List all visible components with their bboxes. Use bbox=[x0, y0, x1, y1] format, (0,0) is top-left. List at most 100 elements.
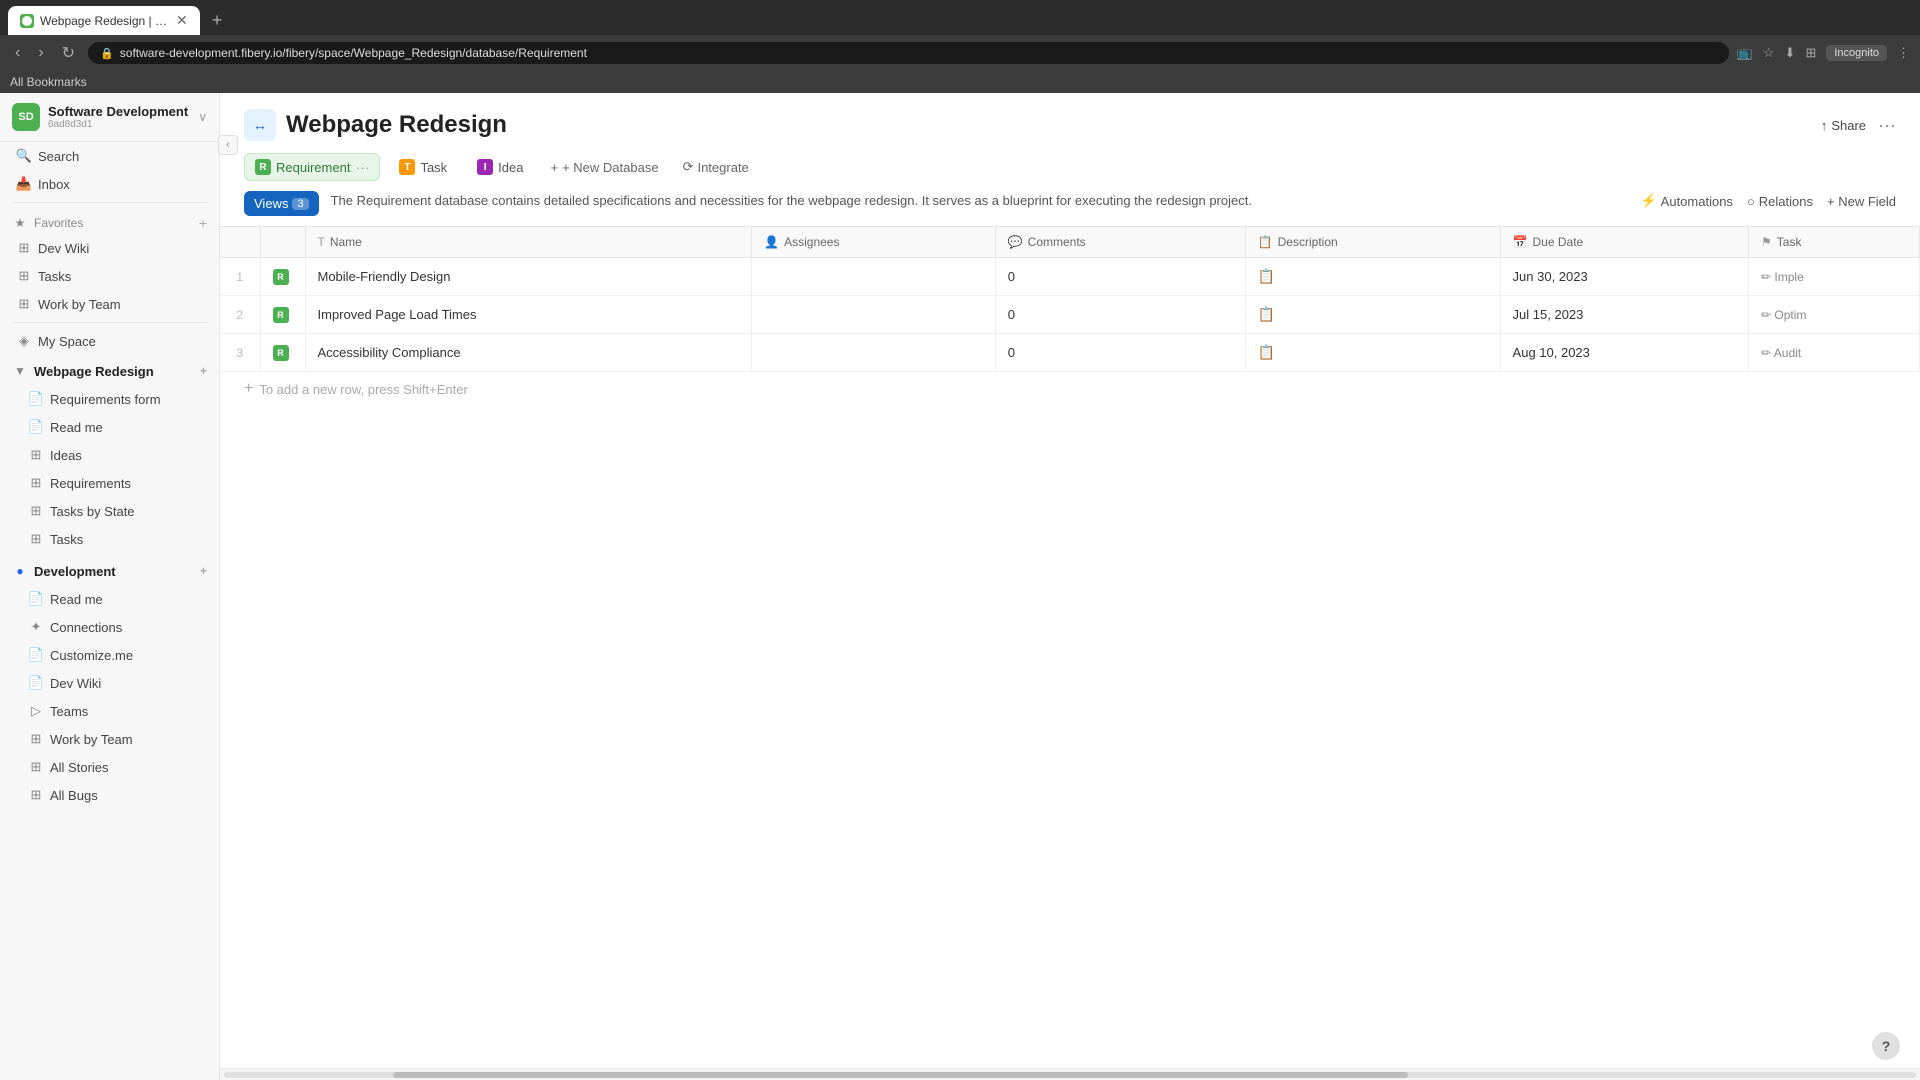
doc-icon-4: 📄 bbox=[28, 647, 44, 663]
tab-idea[interactable]: I Idea bbox=[466, 153, 534, 181]
back-button[interactable]: ‹ bbox=[10, 42, 25, 64]
req-icon-3: R bbox=[273, 345, 289, 361]
sidebar-item-customize-me[interactable]: 📄 Customize.me bbox=[4, 642, 215, 668]
sidebar-item-read-me-wr[interactable]: 📄 Read me bbox=[4, 414, 215, 440]
horizontal-scrollbar[interactable] bbox=[220, 1068, 1920, 1080]
bookmarks-label: All Bookmarks bbox=[10, 75, 87, 89]
assignees-col-icon: 👤 bbox=[764, 235, 779, 249]
main-header: ↔ Webpage Redesign ↑ Share ··· bbox=[220, 93, 1920, 141]
grid-icon-2: ⊞ bbox=[16, 268, 32, 284]
inbox-label: Inbox bbox=[38, 177, 203, 192]
doc-icon-1: 📄 bbox=[28, 391, 44, 407]
share-button[interactable]: ↑ Share bbox=[1821, 118, 1866, 133]
sidebar-item-all-stories[interactable]: ⊞ All Stories bbox=[4, 754, 215, 780]
grid-icon-8: ⊞ bbox=[28, 731, 44, 747]
relations-button[interactable]: ○ Relations bbox=[1747, 194, 1813, 209]
sidebar-item-dev-wiki-dev[interactable]: 📄 Dev Wiki bbox=[4, 670, 215, 696]
req-tab-more[interactable]: ··· bbox=[355, 159, 369, 175]
grid-icon-10: ⊞ bbox=[28, 787, 44, 803]
sidebar-item-read-me-dev[interactable]: 📄 Read me bbox=[4, 586, 215, 612]
sidebar-item-requirements[interactable]: ⊞ Requirements bbox=[4, 470, 215, 496]
browser-nav: ‹ › ↻ 🔒 software-development.fibery.io/f… bbox=[0, 35, 1920, 71]
group-add-icon[interactable]: + bbox=[200, 364, 207, 378]
download-icon[interactable]: ⬇ bbox=[1785, 45, 1796, 61]
help-button[interactable]: ? bbox=[1872, 1032, 1900, 1060]
my-space-label: My Space bbox=[38, 334, 203, 349]
db-tabs: R Requirement ··· T Task I Idea + + New … bbox=[220, 141, 1920, 181]
bookmark-icon[interactable]: ☆ bbox=[1763, 45, 1775, 61]
row-date-3: Aug 10, 2023 bbox=[1500, 334, 1748, 372]
sidebar-item-tasks-by-state[interactable]: ⊞ Tasks by State bbox=[4, 498, 215, 524]
layout-icon[interactable]: ⊞ bbox=[1805, 45, 1816, 61]
new-field-button[interactable]: + New Field bbox=[1827, 194, 1896, 209]
tab-task[interactable]: T Task bbox=[388, 153, 458, 181]
sidebar-item-teams[interactable]: ▷ Teams bbox=[4, 698, 215, 724]
new-database-button[interactable]: + + New Database bbox=[542, 155, 666, 180]
star-icon: ★ bbox=[12, 215, 28, 231]
forward-button[interactable]: › bbox=[33, 42, 48, 64]
sidebar-item-requirements-form[interactable]: 📄 Requirements form bbox=[4, 386, 215, 412]
development-group[interactable]: ● Development + bbox=[0, 559, 219, 583]
page-more-button[interactable]: ··· bbox=[1878, 115, 1896, 136]
dev-group-add-icon[interactable]: + bbox=[200, 564, 207, 578]
tab-requirement[interactable]: R Requirement ··· bbox=[244, 153, 380, 181]
sidebar-item-dev-wiki[interactable]: ⊞ Dev Wiki bbox=[4, 235, 215, 261]
workspace-info: Software Development 6ad8d3d1 bbox=[48, 104, 190, 130]
col-type-icon bbox=[260, 227, 305, 258]
integrate-button[interactable]: ⟳ Integrate bbox=[675, 154, 757, 180]
task-col-icon: ⚑ bbox=[1761, 235, 1772, 249]
sidebar-divider-2 bbox=[12, 322, 207, 323]
sidebar-item-connections[interactable]: ✦ Connections bbox=[4, 614, 215, 640]
sidebar-item-work-by-team-fav[interactable]: ⊞ Work by Team ··· bbox=[4, 291, 215, 317]
cast-icon[interactable]: 📺 bbox=[1737, 45, 1753, 61]
menu-dots[interactable]: ⋮ bbox=[1897, 45, 1910, 61]
table-row[interactable]: 2 R Improved Page Load Times 0 📋 Jul 15,… bbox=[220, 296, 1920, 334]
automations-button[interactable]: ⚡ Automations bbox=[1640, 193, 1732, 209]
close-tab-button[interactable]: ✕ bbox=[176, 12, 188, 29]
row-type-1: R bbox=[260, 258, 305, 296]
table-container: T Name 👤 Assignees 💬 bbox=[220, 227, 1920, 1068]
row-name-3[interactable]: Accessibility Compliance bbox=[305, 334, 752, 372]
page-title-row: ↔ Webpage Redesign bbox=[244, 109, 507, 141]
webpage-redesign-group[interactable]: ▼ Webpage Redesign + bbox=[0, 359, 219, 383]
sidebar-item-work-by-team-dev[interactable]: ⊞ Work by Team bbox=[4, 726, 215, 752]
group-collapse-icon-2: ● bbox=[12, 563, 28, 579]
favorites-add-button[interactable]: + bbox=[199, 215, 207, 231]
workspace-id: 6ad8d3d1 bbox=[48, 119, 190, 130]
reload-button[interactable]: ↻ bbox=[57, 41, 80, 65]
new-tab-button[interactable]: + bbox=[204, 6, 231, 35]
row-name-1[interactable]: Mobile-Friendly Design bbox=[305, 258, 752, 296]
sidebar-divider-1 bbox=[12, 202, 207, 203]
views-button[interactable]: Views 3 bbox=[244, 191, 319, 216]
collapse-sidebar-button[interactable]: ‹ bbox=[220, 135, 238, 155]
sidebar-item-tasks-fav[interactable]: ⊞ Tasks bbox=[4, 263, 215, 289]
workspace-header[interactable]: SD Software Development 6ad8d3d1 ∨ bbox=[0, 93, 219, 142]
teams-icon: ▷ bbox=[28, 703, 44, 719]
page-title: Webpage Redesign bbox=[286, 111, 507, 139]
table-row[interactable]: 1 R Mobile-Friendly Design 0 📋 Jun 30, 2… bbox=[220, 258, 1920, 296]
grid-icon-6: ⊞ bbox=[28, 503, 44, 519]
sidebar-item-inbox[interactable]: 📥 Inbox bbox=[4, 171, 215, 197]
add-row-hint[interactable]: + To add a new row, press Shift+Enter bbox=[220, 372, 1920, 406]
scroll-thumb[interactable] bbox=[393, 1072, 1408, 1078]
sidebar-item-all-bugs[interactable]: ⊞ All Bugs bbox=[4, 782, 215, 808]
share-icon: ↑ bbox=[1821, 118, 1828, 133]
add-row-text: To add a new row, press Shift+Enter bbox=[259, 382, 467, 397]
sidebar-item-search[interactable]: 🔍 Search bbox=[4, 143, 215, 169]
task-tab-label: Task bbox=[420, 160, 447, 175]
row-assignees-3 bbox=[752, 334, 996, 372]
address-bar[interactable]: 🔒 software-development.fibery.io/fibery/… bbox=[88, 42, 1729, 64]
sidebar-item-tasks-wr[interactable]: ⊞ Tasks bbox=[4, 526, 215, 552]
idea-tab-icon: I bbox=[477, 159, 493, 175]
row-type-3: R bbox=[260, 334, 305, 372]
col-assignees: 👤 Assignees bbox=[752, 227, 996, 258]
sidebar-item-my-space[interactable]: ◈ My Space bbox=[4, 328, 215, 354]
bookmarks-bar: All Bookmarks bbox=[0, 71, 1920, 93]
incognito-badge: Incognito bbox=[1826, 45, 1887, 61]
table-row[interactable]: 3 R Accessibility Compliance 0 📋 Aug 10,… bbox=[220, 334, 1920, 372]
favorites-section: ★ Favorites + bbox=[0, 207, 219, 234]
row-name-2[interactable]: Improved Page Load Times bbox=[305, 296, 752, 334]
sidebar-item-ideas[interactable]: ⊞ Ideas bbox=[4, 442, 215, 468]
browser-tab[interactable]: Webpage Redesign | Fibery ✕ bbox=[8, 6, 200, 35]
desc-icon-2: 📋 bbox=[1258, 306, 1275, 322]
